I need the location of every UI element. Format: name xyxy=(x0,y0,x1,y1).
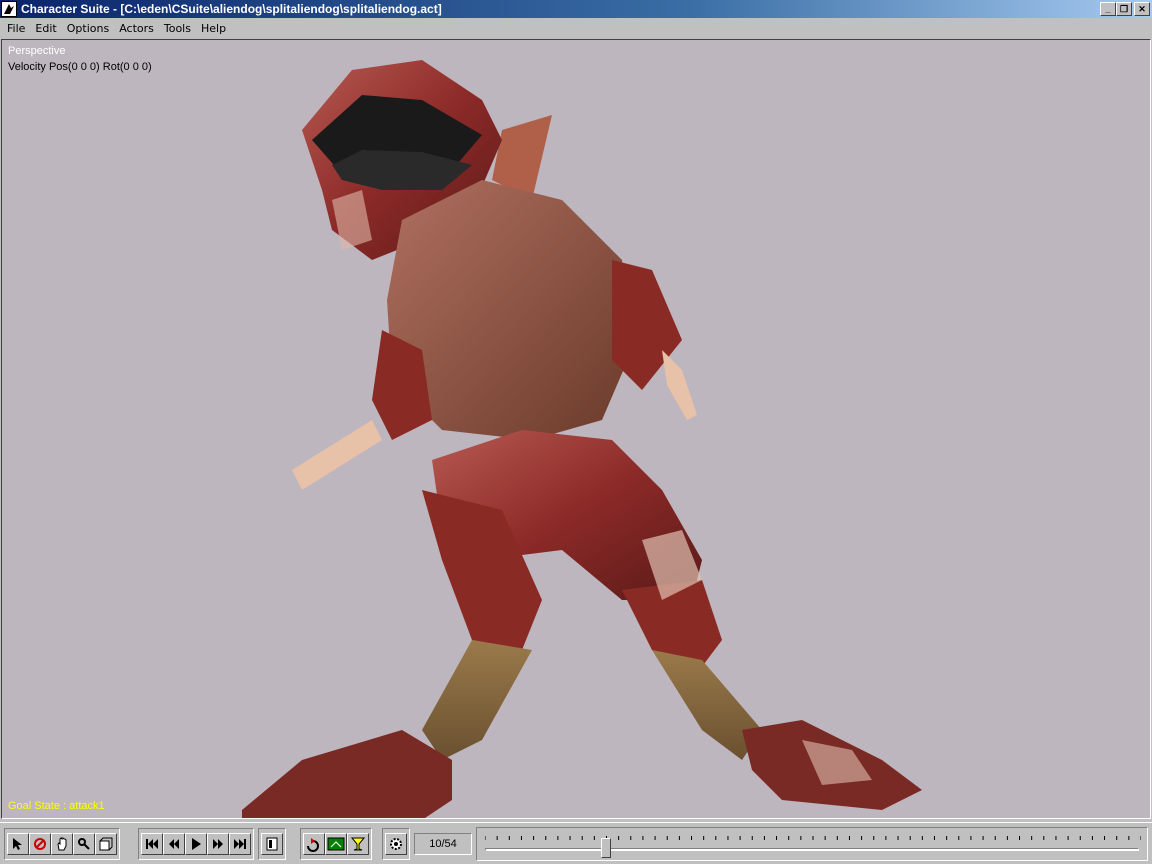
timeline-track xyxy=(485,848,1139,851)
keyframe-group xyxy=(258,827,286,860)
step-back-icon xyxy=(169,838,179,849)
goal-state-label: Goal State : attack1 xyxy=(8,800,105,812)
box-tool-button[interactable] xyxy=(95,832,117,855)
last-frame-icon xyxy=(234,838,246,849)
menu-options[interactable]: Options xyxy=(62,22,114,35)
playback-group xyxy=(138,827,254,860)
window-title: Character Suite - [C:\eden\CSuite\aliend… xyxy=(21,2,442,16)
speed-button[interactable] xyxy=(385,832,407,855)
perspective-viewport[interactable]: Perspective Velocity Pos(0 0 0) Rot(0 0 … xyxy=(1,39,1151,819)
close-icon: ✕ xyxy=(1138,3,1146,14)
minimize-button[interactable]: _ xyxy=(1100,2,1116,16)
bottom-toolbar: 10/54 xyxy=(0,822,1152,864)
keyframe-button[interactable] xyxy=(261,832,283,855)
gear-icon xyxy=(390,837,402,850)
last-frame-button[interactable] xyxy=(229,832,251,855)
app-icon[interactable] xyxy=(1,1,17,17)
select-arrow-icon xyxy=(13,837,22,850)
step-back-button[interactable] xyxy=(163,832,185,855)
menu-edit[interactable]: Edit xyxy=(30,22,61,35)
viewport-mode-label: Perspective xyxy=(8,45,66,57)
zoom-icon xyxy=(78,837,90,850)
menu-actors[interactable]: Actors xyxy=(114,22,159,35)
menu-tools[interactable]: Tools xyxy=(159,22,196,35)
character-model xyxy=(242,60,922,818)
play-icon xyxy=(192,837,201,850)
step-forward-button[interactable] xyxy=(207,832,229,855)
step-forward-icon xyxy=(213,838,223,849)
timeline-thumb[interactable] xyxy=(601,838,612,858)
rotate-tool-button[interactable] xyxy=(29,832,51,855)
velocity-readout: Velocity Pos(0 0 0) Rot(0 0 0) xyxy=(8,61,152,73)
menu-bar: File Edit Options Actors Tools Help xyxy=(0,18,1152,38)
rotate-icon xyxy=(34,837,46,850)
pan-hand-icon xyxy=(57,836,67,850)
restore-button[interactable]: ❐ xyxy=(1116,2,1132,16)
pan-tool-button[interactable] xyxy=(51,832,73,855)
keyframe-icon xyxy=(266,837,278,850)
view-frame-button[interactable] xyxy=(325,832,347,855)
box-icon xyxy=(99,837,113,850)
filter-button[interactable] xyxy=(347,832,369,855)
frame-counter: 10/54 xyxy=(414,832,472,855)
options-group xyxy=(382,827,410,860)
restore-icon: ❐ xyxy=(1119,3,1129,14)
loop-icon xyxy=(307,837,319,852)
view-tools-group xyxy=(4,827,120,860)
monitor-icon xyxy=(327,837,345,850)
close-button[interactable]: ✕ xyxy=(1134,2,1150,16)
loop-button[interactable] xyxy=(303,832,325,855)
first-frame-button[interactable] xyxy=(141,832,163,855)
timeline-slider[interactable] xyxy=(476,827,1148,861)
first-frame-icon xyxy=(146,838,158,849)
play-button[interactable] xyxy=(185,832,207,855)
anim-tools-group xyxy=(300,827,372,860)
menu-file[interactable]: File xyxy=(2,22,30,35)
select-tool-button[interactable] xyxy=(7,832,29,855)
menu-help[interactable]: Help xyxy=(196,22,231,35)
zoom-tool-button[interactable] xyxy=(73,832,95,855)
minimize-icon: _ xyxy=(1105,3,1111,14)
timeline-ticks xyxy=(485,836,1141,840)
title-bar[interactable]: Character Suite - [C:\eden\CSuite\aliend… xyxy=(0,0,1152,18)
goblet-icon xyxy=(350,837,366,850)
